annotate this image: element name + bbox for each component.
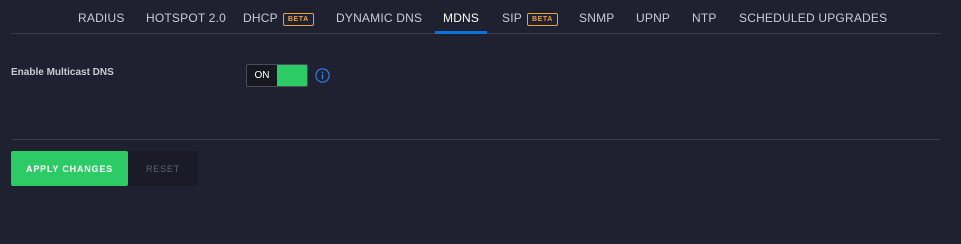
reset-button[interactable]: RESET (128, 151, 198, 186)
tab-label: RADIUS (78, 11, 125, 25)
multicast-dns-label: Enable Multicast DNS (11, 67, 114, 78)
tab-snmp[interactable]: SNMP (579, 0, 614, 34)
tab-label: UPNP (636, 11, 671, 25)
apply-changes-button[interactable]: APPLY CHANGES (11, 151, 128, 186)
tab-label: SNMP (579, 11, 615, 25)
tab-ntp[interactable]: NTP (692, 0, 717, 34)
tab-sip[interactable]: SIP BETA (502, 0, 558, 34)
beta-badge: BETA (282, 13, 314, 26)
tab-hotspot[interactable]: HOTSPOT 2.0 (146, 0, 226, 34)
tab-label: SCHEDULED UPGRADES (739, 11, 888, 25)
tab-dynamic-dns[interactable]: DYNAMIC DNS (336, 0, 422, 34)
tab-radius[interactable]: RADIUS (78, 0, 125, 34)
tab-label: HOTSPOT 2.0 (146, 11, 227, 25)
tab-label: SIP (502, 11, 522, 25)
tab-upnp[interactable]: UPNP (636, 0, 670, 34)
tab-label: MDNS (443, 11, 480, 25)
settings-tab-bar: RADIUS HOTSPOT 2.0 DHCP BETA DYNAMIC DNS … (11, 0, 941, 34)
tab-scheduled-upgrades[interactable]: SCHEDULED UPGRADES (739, 0, 887, 34)
tab-label: DHCP (243, 11, 278, 25)
info-icon[interactable] (315, 68, 330, 83)
toggle-state-label: ON (254, 70, 270, 81)
beta-badge: BETA (526, 13, 558, 26)
footer-divider (11, 139, 941, 140)
toggle-knob (277, 65, 307, 86)
tab-mdns[interactable]: MDNS (434, 0, 488, 34)
tab-label: DYNAMIC DNS (336, 11, 423, 25)
tab-label: NTP (692, 11, 717, 25)
tab-dhcp[interactable]: DHCP BETA (243, 0, 314, 34)
multicast-dns-toggle[interactable]: ON (246, 64, 308, 87)
